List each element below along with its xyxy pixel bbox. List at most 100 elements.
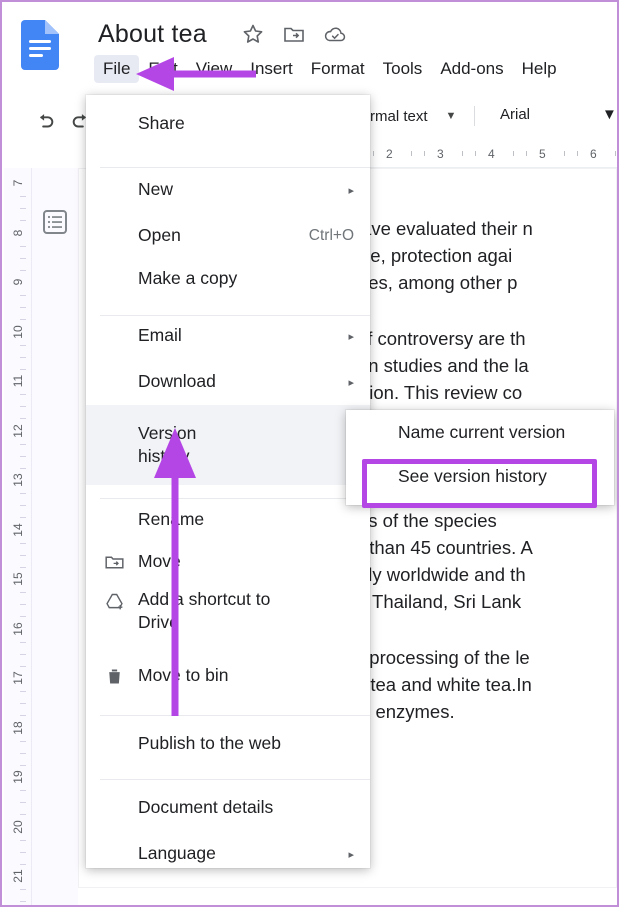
menu-item-insert[interactable]: Insert [241,55,302,83]
vruler-number: 13 [11,472,25,488]
submenu-option-see-version-history[interactable]: See version history [346,454,614,498]
vruler-tick [20,493,26,494]
chevron-down-icon[interactable]: ▼ [602,106,617,123]
vruler-tick [20,852,26,853]
vruler-number: 12 [11,423,25,439]
vruler-number: 21 [11,868,25,884]
vruler-tick [20,345,26,346]
vruler-tick [20,418,26,419]
menu-option-move[interactable]: Move [86,541,370,583]
vruler-tick [20,790,26,791]
vruler-tick [20,220,26,221]
menu-option-publish-to-the-web[interactable]: Publish to the web [86,723,370,765]
menu-option-label: Add a shortcut to Drive [138,588,303,634]
document-outline-icon[interactable] [40,207,70,237]
vruler-number: 19 [11,769,25,785]
vruler-tick [20,394,26,395]
menu-option-label: Move [138,550,354,573]
horizontal-ruler[interactable]: 2 3 4 5 6 [368,144,617,168]
no-icon [104,268,138,292]
no-icon [104,325,138,349]
vruler-number: 15 [11,571,25,587]
menu-option-rename[interactable]: Rename [86,499,370,541]
no-icon [104,797,138,821]
vruler-tick [20,616,26,617]
menu-item-edit[interactable]: Edit [139,55,186,83]
app-header: About tea File Edit View Insert Format T… [2,2,617,95]
vruler-number: 7 [11,175,25,191]
vruler-tick [20,369,26,370]
trash-icon [104,665,138,689]
vruler-number: 9 [11,274,25,290]
vruler-tick [20,802,26,803]
menu-option-add-shortcut-to-drive[interactable]: Add a shortcut to Drive [86,583,370,645]
no-icon [104,843,138,867]
vruler-tick [20,703,26,704]
cloud-saved-icon[interactable] [323,22,347,46]
menu-option-shortcut: Ctrl+O [309,227,354,245]
menu-option-move-to-bin[interactable]: Move to bin [86,655,370,697]
menu-separator [100,715,370,716]
vruler-tick [20,208,26,209]
menu-option-label: Share [138,112,354,135]
version-history-submenu: Name current version See version history… [346,410,614,505]
chevron-down-icon[interactable]: ▼ [446,110,457,122]
menu-option-share[interactable]: Share [86,103,370,145]
menu-option-new[interactable]: New ▸ [86,169,370,211]
hruler-number: 6 [590,147,597,161]
hruler-number: 5 [539,147,546,161]
paragraph-style-value: rmal text [370,108,428,125]
vruler-tick [20,604,26,605]
paragraph-style-selector[interactable]: rmal text ▼ [370,106,475,126]
menu-option-document-details[interactable]: Document details [86,787,370,829]
no-icon [104,509,138,533]
vruler-tick [20,592,26,593]
menu-bar: File Edit View Insert Format Tools Add-o… [94,55,566,83]
menu-option-label: Move to bin [138,664,354,687]
vruler-number: 10 [11,324,25,340]
menu-option-label: Version history [138,422,336,468]
menu-item-help[interactable]: Help [513,55,566,83]
font-family-selector[interactable]: Arial ▼ [500,106,617,123]
menu-option-open[interactable]: Open Ctrl+O [86,215,370,257]
menu-option-email[interactable]: Email ▸ [86,315,370,357]
menu-option-label: Download [138,370,336,393]
submenu-option-name-current-version[interactable]: Name current version [346,410,614,454]
screenshot-frame: About tea File Edit View Insert Format T… [0,0,619,907]
vruler-tick [20,357,26,358]
folder-move-icon [104,551,138,575]
menu-option-make-a-copy[interactable]: Make a copy [86,258,370,300]
menu-option-label: Rename [138,508,354,531]
menu-option-label: Publish to the web [138,732,354,755]
vruler-tick [20,567,26,568]
menu-option-label: Email [138,324,336,347]
vruler-tick [20,753,26,754]
star-icon[interactable] [241,22,265,46]
menu-option-download[interactable]: Download ▸ [86,361,370,403]
menu-option-version-history[interactable]: Version history ▸ [86,405,370,485]
menu-item-addons[interactable]: Add-ons [431,55,512,83]
google-docs-logo[interactable] [21,20,59,70]
menu-item-format[interactable]: Format [302,55,374,83]
vertical-ruler[interactable]: 789101112131415161718192021 [4,168,32,907]
menu-item-file[interactable]: File [94,55,139,83]
menu-option-label: Document details [138,796,354,819]
vruler-tick [20,505,26,506]
menu-item-view[interactable]: View [187,55,242,83]
vruler-number: 8 [11,225,25,241]
vruler-tick [20,456,26,457]
vruler-tick [20,468,26,469]
vruler-tick [20,517,26,518]
document-title[interactable]: About tea [98,20,207,49]
undo-icon[interactable] [34,110,56,132]
vruler-tick [20,889,26,890]
menu-separator [100,779,370,780]
vruler-number: 18 [11,720,25,736]
vruler-tick [20,270,26,271]
vruler-tick [20,246,26,247]
move-to-folder-icon[interactable] [282,22,306,46]
menu-separator [100,167,370,168]
vruler-tick [20,901,26,902]
menu-item-tools[interactable]: Tools [374,55,432,83]
menu-option-language[interactable]: Language ▸ [86,833,370,868]
